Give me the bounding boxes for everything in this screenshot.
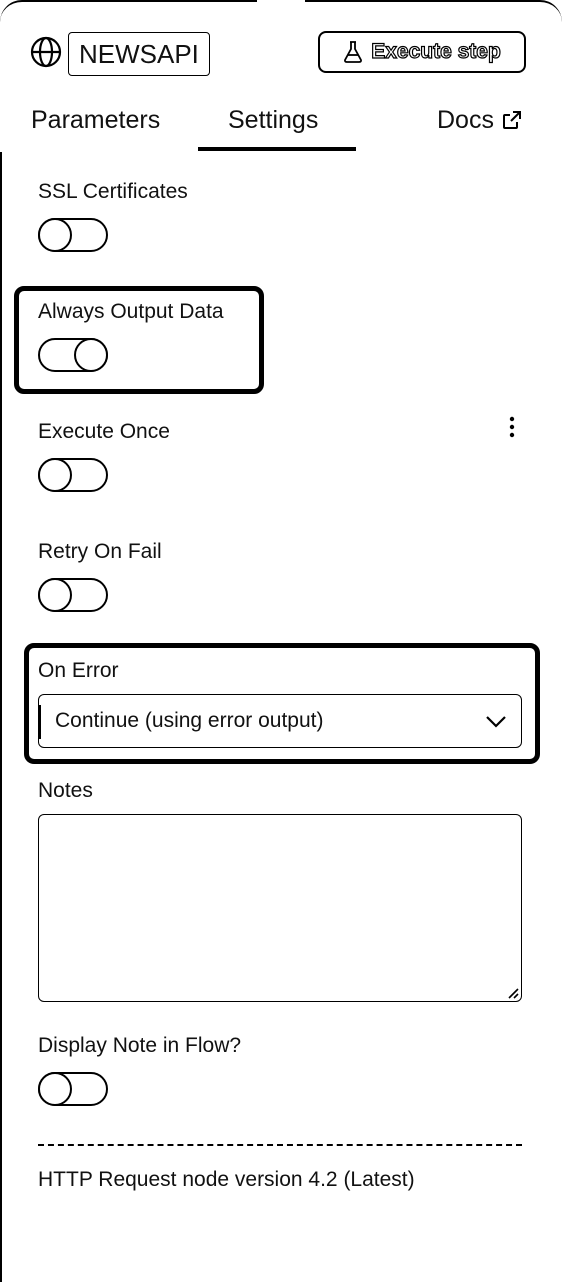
on-error-select[interactable]: Continue (using error output) — [38, 694, 522, 748]
toggle-knob — [38, 218, 72, 252]
setting-retry-on-fail: Retry On Fail — [38, 538, 162, 612]
display-note-toggle[interactable] — [38, 1072, 108, 1106]
tab-parameters[interactable]: Parameters — [31, 98, 160, 142]
setting-ssl-certificates: SSL Certificates — [38, 178, 188, 252]
divider — [38, 1144, 522, 1148]
tab-bar: Parameters Settings Docs — [0, 98, 562, 152]
setting-always-output-data: Always Output Data — [38, 298, 224, 372]
toggle-knob — [38, 458, 72, 492]
text-caret — [39, 705, 41, 739]
always-output-data-toggle[interactable] — [38, 338, 108, 372]
resize-handle-icon[interactable] — [505, 985, 519, 999]
on-error-selected-value: Continue (using error output) — [55, 709, 324, 732]
execute-step-label: Execute step — [371, 39, 502, 63]
flask-icon — [344, 41, 363, 63]
node-name[interactable]: NEWSAPI — [68, 32, 210, 76]
always-output-data-label: Always Output Data — [38, 300, 224, 323]
tab-settings[interactable]: Settings — [228, 98, 318, 142]
content-edge — [0, 152, 2, 1282]
external-link-icon — [502, 111, 521, 129]
ssl-certificates-label: SSL Certificates — [38, 180, 188, 203]
execute-once-label: Execute Once — [38, 420, 170, 443]
toggle-knob — [38, 578, 72, 612]
execute-step-button[interactable]: Execute step — [318, 31, 526, 73]
tab-docs[interactable]: Docs — [437, 98, 522, 142]
kebab-menu-icon[interactable] — [506, 416, 518, 438]
notes-textarea[interactable] — [38, 814, 522, 1002]
setting-execute-once: Execute Once — [38, 418, 170, 492]
retry-on-fail-toggle[interactable] — [38, 578, 108, 612]
setting-on-error: On Error — [38, 657, 119, 685]
setting-notes: Notes — [38, 777, 93, 805]
notes-label: Notes — [38, 779, 93, 802]
node-settings-panel: NEWSAPI Execute step Parameters Settings… — [0, 0, 562, 1282]
setting-display-note: Display Note in Flow? — [38, 1032, 242, 1106]
globe-icon — [30, 36, 62, 68]
toggle-knob — [74, 338, 108, 372]
display-note-label: Display Note in Flow? — [38, 1034, 242, 1057]
retry-on-fail-label: Retry On Fail — [38, 540, 162, 563]
ssl-certificates-toggle[interactable] — [38, 218, 108, 252]
on-error-label: On Error — [38, 659, 119, 682]
chevron-down-icon — [486, 716, 506, 728]
execute-once-toggle[interactable] — [38, 458, 108, 492]
toggle-knob — [38, 1072, 72, 1106]
node-version-text: HTTP Request node version 4.2 (Latest) — [38, 1168, 415, 1191]
tab-docs-label: Docs — [437, 106, 494, 134]
panel-header: NEWSAPI Execute step — [0, 2, 562, 102]
active-tab-indicator — [198, 147, 356, 151]
